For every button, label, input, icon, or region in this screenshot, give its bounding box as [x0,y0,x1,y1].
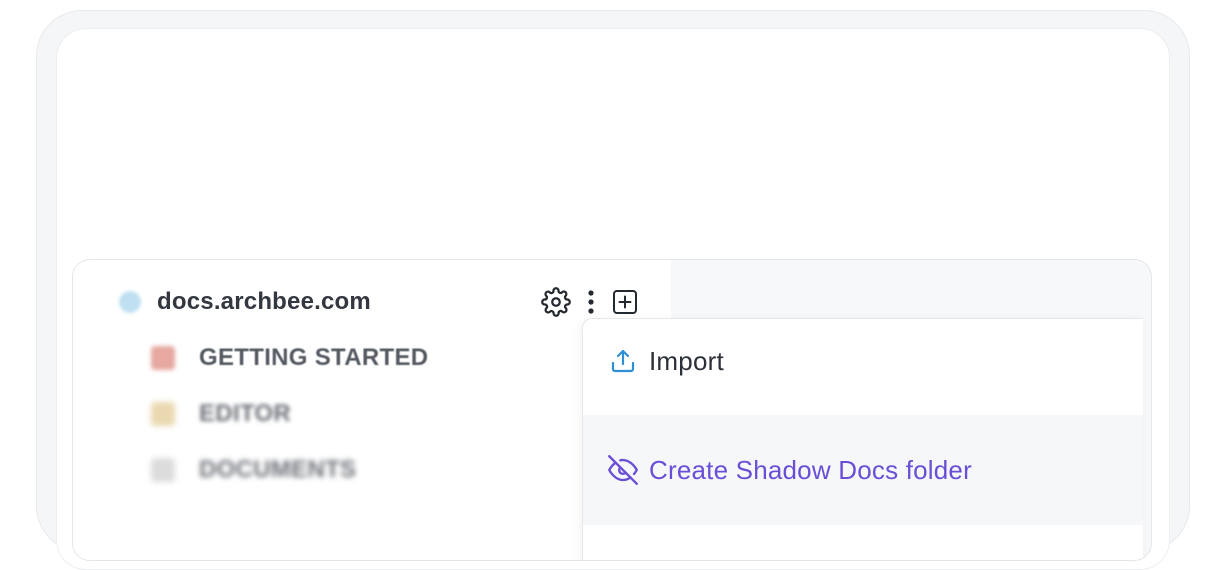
sidebar-item-editor[interactable]: EDITOR [151,394,291,434]
document-icon [151,458,175,482]
globe-icon [119,291,141,313]
site-toolbar [539,286,641,318]
rocket-icon [151,346,175,370]
options-dropdown-menu: Import Create Shadow Docs folder [582,318,1143,560]
kebab-icon [588,290,594,314]
menu-item-label: Create Shadow Docs folder [649,454,972,485]
more-options-button[interactable] [579,286,603,318]
menu-item-label: Import [649,345,724,376]
site-name: docs.archbee.com [157,288,371,315]
sidebar-item-getting-started[interactable]: GETTING STARTED [151,338,428,378]
menu-item-create-shadow-docs-folder[interactable]: Create Shadow Docs folder [583,415,1143,525]
sidebar-item-documents[interactable]: DOCUMENTS [151,450,356,490]
plus-square-icon [613,290,637,314]
folder-icon [151,402,175,426]
eye-off-icon [607,454,639,486]
add-button[interactable] [609,286,641,318]
sidebar-item-label: EDITOR [199,400,292,427]
upload-icon [607,345,639,377]
settings-button[interactable] [539,286,573,318]
sidebar-item-label: DOCUMENTS [199,456,357,483]
docs-panel: docs.archbee.com GETTING STARTED EDITOR … [72,259,1152,561]
gear-icon [541,287,571,317]
sidebar-item-label: GETTING STARTED [199,344,429,371]
site-header[interactable]: docs.archbee.com [119,286,371,318]
menu-item-import[interactable]: Import [583,319,1143,403]
